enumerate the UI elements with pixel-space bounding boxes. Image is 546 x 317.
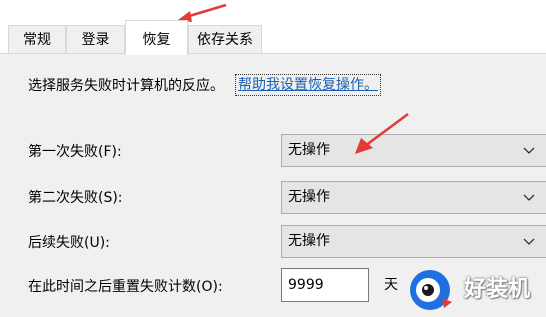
first-failure-label: 第一次失败(F):: [28, 144, 122, 160]
tab-strip: 常规 登录 恢复 依存关系: [0, 0, 546, 55]
tab-logon[interactable]: 登录: [66, 25, 125, 53]
watermark: 好装机: [408, 260, 546, 317]
second-failure-value: 无操作: [288, 189, 330, 205]
intro-label: 选择服务失败时计算机的反应。: [28, 78, 224, 94]
reset-count-label: 在此时间之后重置失败计数(O):: [28, 279, 223, 295]
chevron-down-icon: [523, 194, 535, 201]
chevron-down-icon: [523, 238, 535, 245]
tab-general[interactable]: 常规: [8, 25, 66, 53]
subsequent-failure-value: 无操作: [288, 233, 330, 249]
watermark-text: 好装机: [464, 277, 531, 302]
subsequent-failure-label: 后续失败(U):: [28, 235, 110, 251]
days-unit-label: 天: [384, 277, 398, 293]
tab-dependencies[interactable]: 依存关系: [188, 25, 262, 53]
second-failure-select[interactable]: 无操作: [281, 181, 546, 214]
subsequent-failure-select[interactable]: 无操作: [281, 225, 546, 258]
watermark-logo-icon: [410, 270, 452, 310]
second-failure-label: 第二次失败(S):: [28, 190, 123, 206]
help-link[interactable]: 帮助我设置恢复操作。: [235, 74, 381, 96]
first-failure-select[interactable]: 无操作: [281, 134, 546, 167]
tab-recovery[interactable]: 恢复: [125, 20, 188, 55]
chevron-down-icon: [523, 147, 535, 154]
first-failure-value: 无操作: [288, 142, 330, 158]
reset-days-input[interactable]: 9999: [281, 268, 369, 302]
